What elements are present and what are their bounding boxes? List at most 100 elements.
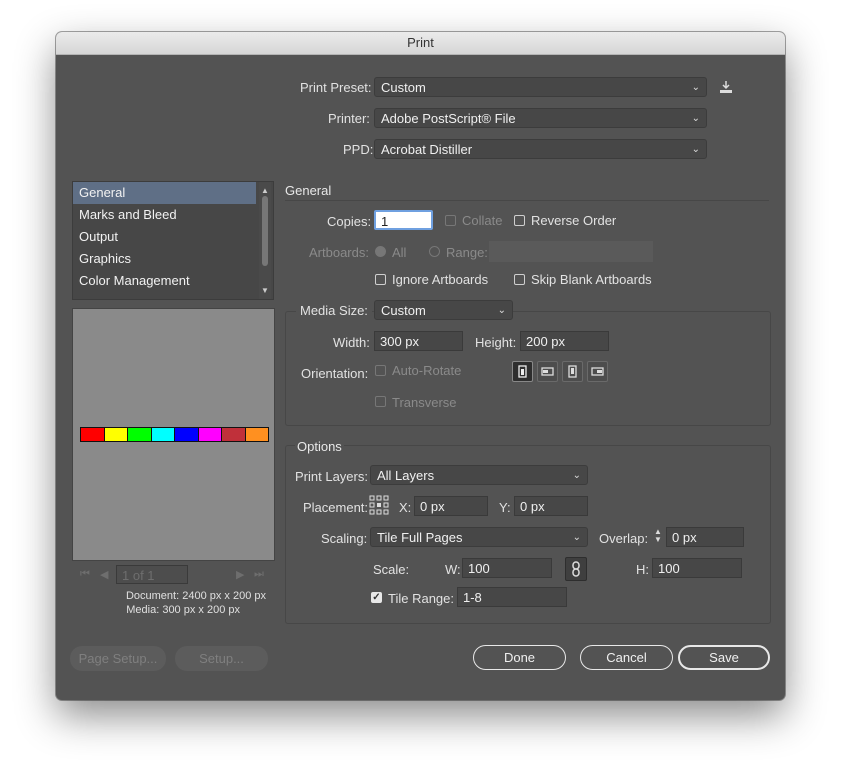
placement-label: Placement: [303,500,369,515]
artboards-range-radio[interactable] [429,246,440,257]
portrait-orientation-icon[interactable] [512,361,533,382]
chevron-down-icon: ⌄ [497,305,506,316]
sidebar-item-label: Color Management [79,273,190,288]
chevron-down-icon: ⌄ [691,144,700,155]
save-button[interactable]: Save [678,645,770,670]
section-divider [285,200,769,201]
scale-w-input[interactable]: 100 [462,558,552,578]
sidebar-item-marks-and-bleed[interactable]: Marks and Bleed [73,204,256,226]
ppd-value: Acrobat Distiller [381,142,473,157]
reverse-order-checkbox[interactable] [514,215,525,226]
ignore-artboards-checkbox[interactable] [375,274,386,285]
printer-select[interactable]: Adobe PostScript® File ⌄ [374,108,707,128]
artboards-all-radio[interactable] [375,246,386,257]
print-preset-select[interactable]: Custom ⌄ [374,77,707,97]
color-swatch [197,427,222,442]
print-layers-label: Print Layers: [295,469,368,484]
ppd-select[interactable]: Acrobat Distiller ⌄ [374,139,707,159]
scrollbar-thumb[interactable] [262,196,268,266]
skip-blank-artboards-checkbox[interactable] [514,274,525,285]
scroll-down-icon[interactable]: ▼ [261,286,269,295]
overlap-stepper-icon[interactable]: ▲ ▼ [654,528,664,546]
sidebar-item-color-management[interactable]: Color Management [73,270,256,292]
artboards-all-label: All [392,245,407,260]
landscape-orientation-icon[interactable] [537,361,558,382]
page-field[interactable]: 1 of 1 [116,565,188,584]
color-swatch [244,427,269,442]
chevron-down-icon: ⌄ [572,470,581,481]
transverse-label: Transverse [392,395,457,410]
width-input[interactable]: 300 px [374,331,463,351]
print-preview[interactable] [72,308,275,561]
y-input[interactable]: 0 px [514,496,588,516]
print-layers-value: All Layers [377,468,435,483]
width-label: Width: [333,335,370,350]
x-input[interactable]: 0 px [414,496,488,516]
artboards-range-label: Range: [446,245,488,260]
sidebar-item-label: Output [79,229,119,244]
chevron-down-icon: ⌄ [572,532,581,543]
height-label: Height: [475,335,517,350]
save-preset-icon[interactable] [717,78,735,96]
transverse-checkbox[interactable] [375,396,386,407]
copies-input[interactable]: 1 [374,210,433,230]
scale-w-label: W: [445,562,461,577]
reverse-order-label: Reverse Order [531,213,617,228]
prev-page-icon[interactable]: ◀ [100,568,108,581]
print-preset-value: Custom [381,80,426,95]
page-setup-button[interactable]: Page Setup... [70,646,166,671]
placement-grid-icon[interactable] [369,495,389,515]
scale-h-input[interactable]: 100 [652,558,742,578]
chevron-down-icon: ⌄ [691,113,700,124]
landscape-flipped-orientation-icon[interactable] [587,361,608,382]
printer-value: Adobe PostScript® File [381,111,516,126]
scale-label: Scale: [373,562,410,577]
done-button[interactable]: Done [473,645,566,670]
tile-range-input[interactable]: 1-8 [457,587,567,607]
collate-checkbox[interactable] [445,215,456,226]
printer-label: Printer: [328,111,370,126]
sidebar-item-label: Marks and Bleed [79,207,177,222]
artboards-range-input[interactable] [489,241,653,262]
copies-label: Copies: [327,214,372,229]
auto-rotate-label: Auto-Rotate [392,363,462,378]
print-dialog: Print Print Preset: Custom ⌄ Printer: Ado… [56,32,785,700]
collate-label: Collate [462,213,503,228]
tile-range-label: Tile Range: [388,591,454,606]
color-swatch [174,427,199,442]
tile-range-checkbox[interactable]: ✓ [371,592,382,603]
print-layers-select[interactable]: All Layers ⌄ [370,465,588,485]
color-swatch [80,427,105,442]
media-info: Media: 300 px x 200 px [126,604,240,616]
window-title: Print [56,32,785,55]
next-page-icon[interactable]: ▶ [236,568,244,581]
scroll-up-icon[interactable]: ▲ [261,186,269,195]
scaling-select[interactable]: Tile Full Pages ⌄ [370,527,588,547]
sidebar-item-graphics[interactable]: Graphics [73,248,256,270]
options-section-title: Options [295,439,344,454]
ppd-label: PPD: [343,142,374,157]
sidebar-item-general[interactable]: General [73,182,256,204]
auto-rotate-checkbox[interactable] [375,365,386,376]
overlap-label: Overlap: [599,531,649,546]
print-preset-label: Print Preset: [300,80,372,95]
first-page-icon[interactable]: ⏮ [80,568,90,581]
sidebar-item-output[interactable]: Output [73,226,256,248]
constrain-proportions-icon[interactable] [565,557,587,581]
sidebar-item-label: Graphics [79,251,132,266]
color-swatch [127,427,152,442]
setup-button[interactable]: Setup... [175,646,268,671]
skip-blank-artboards-label: Skip Blank Artboards [531,272,652,287]
general-section-title: General [285,183,332,198]
color-swatch-strip [80,427,269,442]
portrait-flipped-orientation-icon[interactable] [562,361,583,382]
last-page-icon[interactable]: ⏭ [254,568,264,581]
scale-h-label: H: [636,562,649,577]
list-scrollbar[interactable]: ▲ ▼ [259,182,271,299]
overlap-input[interactable]: 0 px [666,527,744,547]
media-size-select[interactable]: Custom ⌄ [374,300,513,320]
document-info: Document: 2400 px x 200 px [125,590,266,602]
height-input[interactable]: 200 px [520,331,609,351]
orientation-label: Orientation: [301,366,369,381]
cancel-button[interactable]: Cancel [580,645,673,670]
